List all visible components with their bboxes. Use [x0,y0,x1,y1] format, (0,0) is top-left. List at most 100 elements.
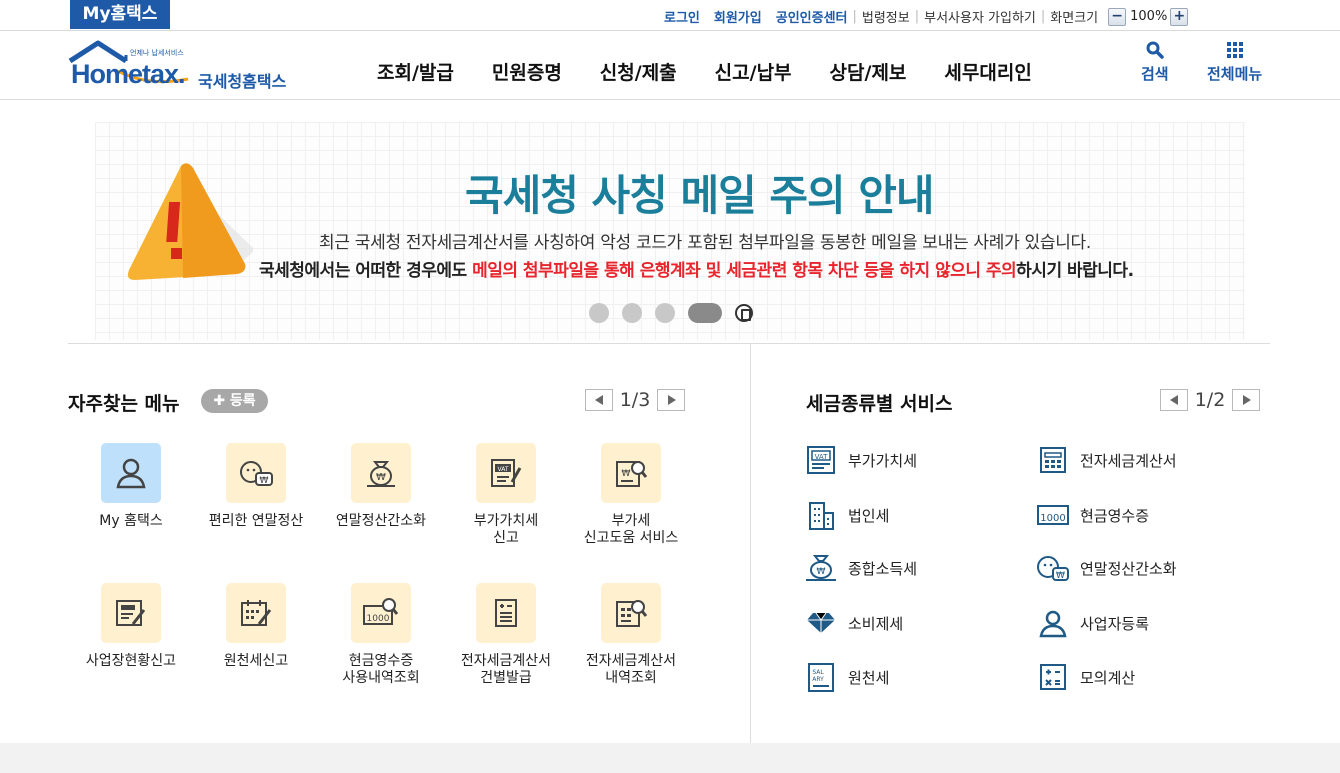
fav-label: 원천세신고 [223,653,289,669]
search-icon [1146,41,1164,59]
my-hometax-button[interactable]: My홈택스 [70,0,170,29]
search-button[interactable]: 검색 [1141,41,1169,84]
vat-icon: VAT [804,443,838,477]
cash-receipt-icon: 1000 [1036,498,1070,532]
header: 언제나 납세서비스 Hometax. 국세청홈택스 조회/발급 민원증명 신청/… [0,31,1340,100]
calculator-icon [1036,660,1070,694]
svg-text:₩: ₩ [1056,571,1065,581]
nav-inquiry-issue[interactable]: 조회/발급 [377,58,454,85]
svc-business-registration[interactable]: 사업자등록 [1036,606,1149,640]
fav-label: 편리한 연말정산 [208,513,304,529]
dept-user-join-link[interactable]: 부서사용자 가입하기 [924,7,1036,26]
fav-vat-report[interactable]: VAT 부가가치세 신고 [444,443,568,547]
svc-consumption-tax[interactable]: 소비제세 [804,606,903,640]
warning-sign-icon [127,163,253,280]
fav-yearend-simplified[interactable]: ₩ 연말정산간소화 [319,443,443,530]
login-link[interactable]: 로그인 [664,7,700,26]
svg-text:₩: ₩ [260,476,269,486]
next-page-button[interactable] [657,389,685,411]
zoom-in-button[interactable]: + [1170,7,1189,26]
svc-vat[interactable]: VAT 부가가치세 [804,443,917,477]
money-bag-icon: ₩ [351,443,411,503]
fav-label: 부가세 신고도움 서비스 [583,513,679,546]
svc-label: 부가가치세 [848,451,918,470]
slide-dot-1[interactable] [589,303,609,323]
nav-tax-agent[interactable]: 세무대리인 [944,58,1031,85]
fav-cash-receipt-history[interactable]: 1000 현금영수증 사용내역조회 [319,583,443,687]
svc-e-invoice[interactable]: 전자세금계산서 [1036,443,1177,477]
fav-my-hometax[interactable]: My 홈택스 [69,443,193,530]
diamond-icon [804,606,838,640]
svg-text:1000: 1000 [1040,513,1065,524]
utility-bar: My홈택스 로그인 회원가입 공인인증센터 | 법령정보 | 부서사용자 가입하… [0,0,1340,31]
hometax-logo[interactable]: 언제나 납세서비스 Hometax. 국세청홈택스 [68,39,298,95]
svc-label: 사업자등록 [1080,614,1150,633]
doc-search-icon: ₩ [601,443,661,503]
nav-civil-certificate[interactable]: 민원증명 [492,58,562,85]
svc-mock-calculation[interactable]: 모의계산 [1036,660,1135,694]
calculator-doc-icon [476,583,536,643]
grid-menu-icon [1226,42,1243,58]
svc-label: 현금영수증 [1080,506,1150,525]
svg-text:VAT: VAT [815,453,829,461]
cert-center-link[interactable]: 공인인증센터 [776,7,848,26]
logo-korean-text: 국세청홈택스 [198,72,287,91]
screen-size-label: 화면크기 [1050,11,1099,26]
svc-corporate-tax[interactable]: 법인세 [804,498,889,532]
face-coin-icon: ₩ [1036,551,1070,585]
register-button[interactable]: ✚ 등록 [201,389,268,413]
banner-description: 최근 국세청 전자세금계산서를 사칭하여 악성 코드가 포함된 첨부파일을 동봉… [319,233,1091,253]
divider: | [852,9,857,24]
fav-e-invoice-issue[interactable]: 전자세금계산서 건별발급 [444,583,568,687]
nav-consult-report[interactable]: 상담/제보 [830,58,907,85]
register-label: 등록 [229,393,256,409]
fav-label: 전자세금계산서 내역조회 [585,653,677,686]
fav-business-status[interactable]: 사업장현황신고 [69,583,193,670]
logo-small-text: 언제나 납세서비스 [130,49,184,57]
main-navigation: 조회/발급 민원증명 신청/제출 신고/납부 상담/제보 세무대리인 [358,58,1051,85]
search-label: 검색 [1141,65,1169,83]
invoice-search-icon [601,583,661,643]
notice-banner[interactable]: 국세청 사칭 메일 주의 안내 최근 국세청 전자세금계산서를 사칭하여 악성 … [95,122,1245,340]
zoom-out-button[interactable]: − [1108,7,1127,26]
svc-label: 법인세 [848,506,890,525]
calendar-pen-icon [226,583,286,643]
fav-label: 사업장현황신고 [85,653,177,669]
all-menu-button[interactable]: 전체메뉴 [1207,41,1262,84]
tax-services-pager: 1/2 [1160,389,1260,411]
pause-icon[interactable] [735,304,753,322]
tax-services-title: 세금종류별 서비스 [806,393,953,415]
face-coin-icon: ₩ [226,443,286,503]
join-link[interactable]: 회원가입 [714,7,762,26]
slide-dot-4-active[interactable] [688,303,722,323]
fav-label: 현금영수증 사용내역조회 [342,653,420,686]
prev-page-button[interactable] [585,389,613,411]
prev-page-button[interactable] [1160,389,1188,411]
fav-easy-yearend[interactable]: ₩ 편리한 연말정산 [194,443,318,530]
fav-label: My 홈택스 [99,513,163,529]
svc-withholding-tax[interactable]: SAL ARY 원천세 [804,660,889,694]
fav-withholding-report[interactable]: 원천세신고 [194,583,318,670]
page-indicator: 1/3 [619,389,651,411]
vat-doc-icon: VAT [476,443,536,503]
svg-text:SAL: SAL [812,669,824,676]
slide-dot-3[interactable] [655,303,675,323]
fav-label: 연말정산간소화 [335,513,427,529]
divider [68,343,1270,344]
e-invoice-icon [1036,443,1070,477]
fav-e-invoice-history[interactable]: 전자세금계산서 내역조회 [569,583,693,687]
next-page-button[interactable] [1232,389,1260,411]
fav-vat-help-service[interactable]: ₩ 부가세 신고도움 서비스 [569,443,693,547]
slide-indicators [589,303,766,323]
banner-warning-suffix: 하시기 바랍니다. [1016,261,1134,281]
svc-income-tax[interactable]: ₩ 종합소득세 [804,551,917,585]
law-info-link[interactable]: 법령정보 [862,7,910,26]
svc-label: 소비제세 [848,614,904,633]
slide-dot-2[interactable] [622,303,642,323]
nav-report-pay[interactable]: 신고/납부 [715,58,792,85]
svc-yearend-simplified[interactable]: ₩ 연말정산간소화 [1036,551,1177,585]
svc-cash-receipt[interactable]: 1000 현금영수증 [1036,498,1149,532]
zoom-value: 100% [1130,9,1168,24]
fav-label: 전자세금계산서 건별발급 [460,653,552,686]
nav-apply-submit[interactable]: 신청/제출 [600,58,677,85]
